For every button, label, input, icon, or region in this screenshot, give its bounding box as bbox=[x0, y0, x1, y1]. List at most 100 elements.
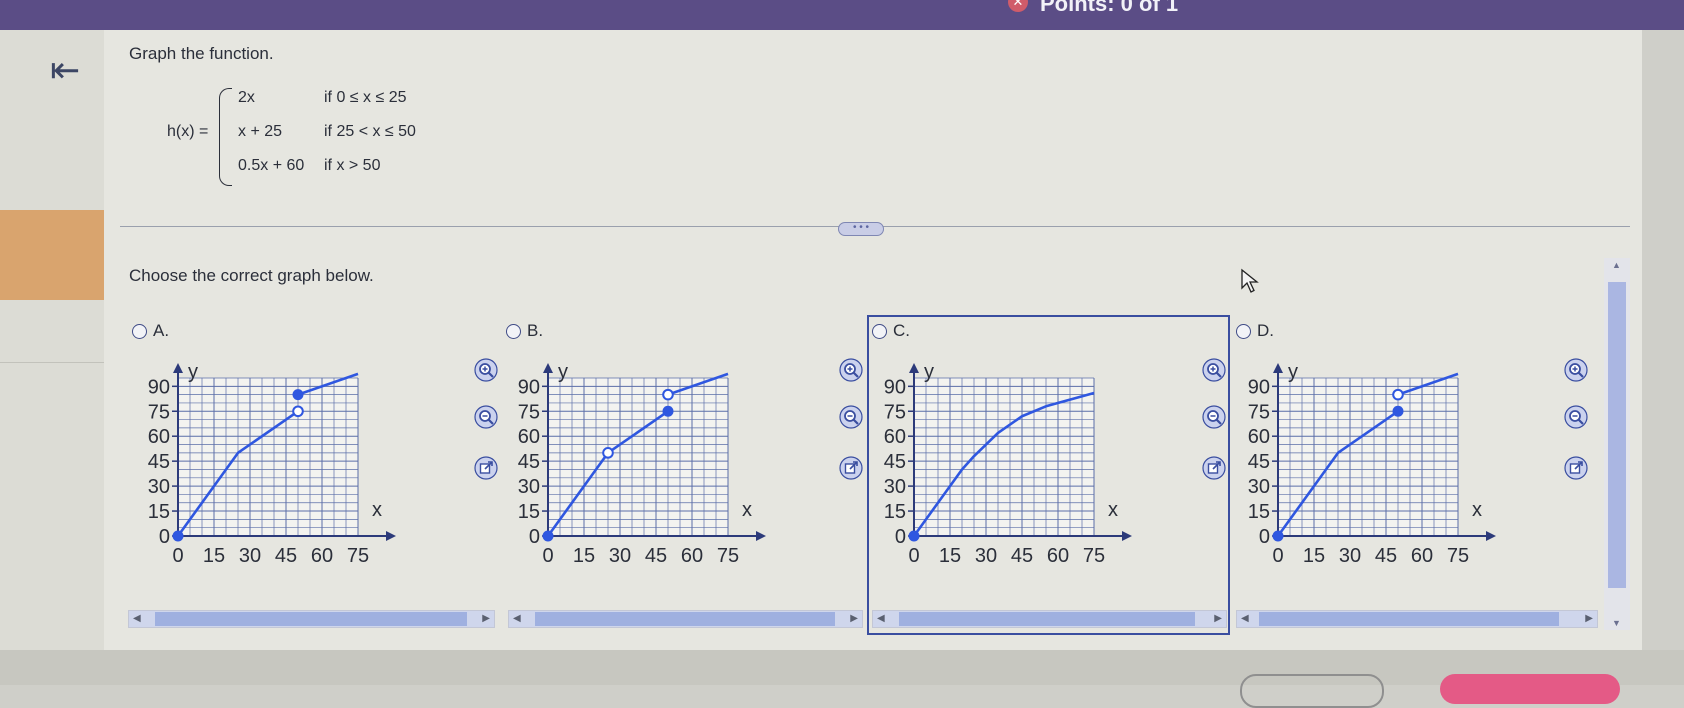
y-tick-label: 30 bbox=[148, 476, 170, 498]
zoom-in-icon[interactable] bbox=[837, 356, 865, 384]
y-tick-label: 60 bbox=[884, 426, 906, 448]
question-prompt: Graph the function. bbox=[129, 44, 274, 63]
scroll-right-icon[interactable]: ▶ bbox=[482, 611, 490, 627]
x-tick-label: 75 bbox=[1083, 545, 1105, 567]
y-tick-label: 60 bbox=[518, 426, 540, 448]
y-axis-label: y bbox=[558, 361, 568, 383]
close-x-icon: ✕ bbox=[1008, 0, 1028, 12]
piece-condition: if x > 50 bbox=[324, 157, 381, 174]
y-axis-arrow-icon bbox=[173, 363, 183, 373]
x-tick-label: 60 bbox=[1411, 545, 1433, 567]
piecewise-brace bbox=[219, 88, 232, 186]
y-tick-label: 90 bbox=[1248, 376, 1270, 398]
y-tick-label: 30 bbox=[884, 476, 906, 498]
graph-a-hscrollbar[interactable]: ◀ ▶ bbox=[128, 610, 495, 628]
x-axis-arrow-icon bbox=[756, 531, 766, 541]
closed-point-d bbox=[1392, 405, 1404, 417]
x-axis-arrow-icon bbox=[386, 531, 396, 541]
radio-icon[interactable] bbox=[506, 323, 521, 339]
piece-expr: 2x bbox=[238, 89, 255, 106]
radio-icon[interactable] bbox=[1236, 323, 1251, 339]
y-tick-label: 0 bbox=[1259, 526, 1270, 548]
open-point-b bbox=[662, 388, 674, 401]
y-tick-label: 45 bbox=[884, 451, 906, 473]
zoom-out-icon[interactable] bbox=[1562, 403, 1590, 431]
option-letter: D. bbox=[1257, 321, 1274, 340]
popout-icon[interactable] bbox=[837, 454, 865, 482]
plot-area-d bbox=[1278, 378, 1458, 536]
scroll-thumb[interactable] bbox=[155, 612, 467, 626]
back-to-start-icon[interactable]: ⇤ bbox=[50, 52, 80, 88]
left-panel-highlight bbox=[0, 210, 104, 300]
mouse-cursor-icon bbox=[1241, 268, 1259, 293]
scroll-left-icon[interactable]: ◀ bbox=[1241, 611, 1249, 627]
scroll-up-icon[interactable]: ▲ bbox=[1612, 260, 1621, 270]
x-tick-label: 0 bbox=[542, 545, 553, 567]
graph-b-hscrollbar[interactable]: ◀ ▶ bbox=[508, 610, 863, 628]
open-point-d bbox=[1392, 388, 1404, 401]
scroll-down-icon[interactable]: ▼ bbox=[1612, 618, 1621, 628]
popout-icon[interactable] bbox=[472, 454, 500, 482]
y-tick-label: 45 bbox=[518, 451, 540, 473]
popout-icon[interactable] bbox=[1562, 454, 1590, 482]
zoom-out-icon[interactable] bbox=[472, 403, 500, 431]
bottom-bar bbox=[0, 650, 1684, 685]
x-tick-label: 0 bbox=[908, 545, 919, 567]
bottom-primary-button[interactable] bbox=[1440, 674, 1620, 704]
y-tick-label: 60 bbox=[1248, 426, 1270, 448]
x-tick-label: 15 bbox=[203, 545, 225, 567]
expand-button[interactable]: • • • bbox=[838, 222, 884, 236]
radio-icon[interactable] bbox=[872, 323, 887, 339]
y-tick-label: 15 bbox=[884, 501, 906, 523]
popout-icon[interactable] bbox=[1200, 454, 1228, 482]
x-tick-label: 30 bbox=[609, 545, 631, 567]
left-panel bbox=[0, 30, 104, 650]
option-c-radio[interactable]: C. bbox=[872, 321, 910, 341]
scroll-left-icon[interactable]: ◀ bbox=[133, 611, 141, 627]
option-a-radio[interactable]: A. bbox=[132, 321, 169, 341]
scroll-thumb[interactable] bbox=[899, 612, 1195, 626]
zoom-in-icon[interactable] bbox=[1200, 356, 1228, 384]
zoom-in-icon[interactable] bbox=[472, 356, 500, 384]
zoom-out-icon[interactable] bbox=[837, 403, 865, 431]
scroll-left-icon[interactable]: ◀ bbox=[513, 611, 521, 627]
x-tick-label: 30 bbox=[975, 545, 997, 567]
x-tick-label: 75 bbox=[1447, 545, 1469, 567]
scroll-thumb[interactable] bbox=[1608, 282, 1626, 588]
radio-icon[interactable] bbox=[132, 323, 147, 339]
y-tick-label: 45 bbox=[148, 451, 170, 473]
x-tick-label: 45 bbox=[1011, 545, 1033, 567]
option-b-radio[interactable]: B. bbox=[506, 321, 543, 341]
y-tick-label: 60 bbox=[148, 426, 170, 448]
graph-option-c: yx90756045301500 15 30 45 60 75 bbox=[884, 361, 1132, 567]
x-tick-label: 15 bbox=[1303, 545, 1325, 567]
option-letter: C. bbox=[893, 321, 910, 340]
zoom-out-icon[interactable] bbox=[1200, 403, 1228, 431]
closed-point-d bbox=[1272, 530, 1284, 542]
y-tick-label: 75 bbox=[884, 401, 906, 423]
option-letter: A. bbox=[153, 321, 170, 340]
scroll-thumb[interactable] bbox=[1259, 612, 1559, 626]
option-d-radio[interactable]: D. bbox=[1236, 321, 1274, 341]
vertical-scrollbar[interactable]: ▲ ▼ bbox=[1604, 258, 1630, 630]
y-axis-arrow-icon bbox=[1273, 363, 1283, 373]
piece-expr: x + 25 bbox=[238, 123, 283, 140]
graph-d-hscrollbar[interactable]: ◀ ▶ bbox=[1236, 610, 1598, 628]
zoom-in-icon[interactable] bbox=[1562, 356, 1590, 384]
open-point-b bbox=[602, 447, 614, 459]
bottom-secondary-button[interactable] bbox=[1240, 674, 1384, 708]
scroll-left-icon[interactable]: ◀ bbox=[877, 611, 885, 627]
open-point-a bbox=[292, 405, 304, 418]
x-tick-label: 45 bbox=[1375, 545, 1397, 567]
scroll-right-icon[interactable]: ▶ bbox=[850, 611, 858, 627]
scroll-right-icon[interactable]: ▶ bbox=[1214, 611, 1222, 627]
x-tick-label: 30 bbox=[1339, 545, 1361, 567]
x-axis-label: x bbox=[1472, 499, 1482, 521]
scroll-right-icon[interactable]: ▶ bbox=[1585, 611, 1593, 627]
x-tick-label: 60 bbox=[1047, 545, 1069, 567]
piece-condition: if 0 ≤ x ≤ 25 bbox=[324, 89, 407, 106]
function-name: h(x) = bbox=[167, 123, 209, 140]
scroll-thumb[interactable] bbox=[535, 612, 835, 626]
graph-c-hscrollbar[interactable]: ◀ ▶ bbox=[872, 610, 1227, 628]
top-bar: ✕ Points: 0 of 1 bbox=[0, 0, 1684, 30]
